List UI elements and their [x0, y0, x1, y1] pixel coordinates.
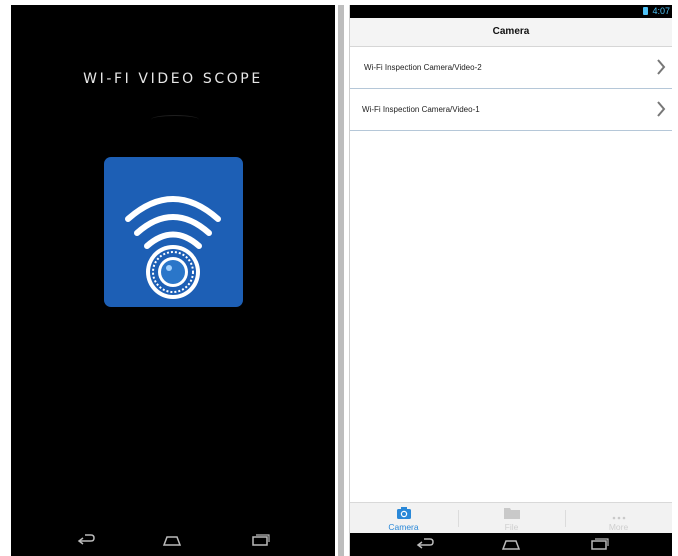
- tab-label: More: [608, 522, 629, 532]
- wifi-scope-icon: [125, 196, 221, 299]
- chevron-right-icon: [656, 100, 666, 123]
- tab-label: Camera: [388, 522, 419, 532]
- home-icon[interactable]: [500, 536, 522, 552]
- recents-icon[interactable]: [588, 536, 610, 552]
- battery-icon: [643, 7, 648, 15]
- tab-file[interactable]: File: [458, 503, 565, 534]
- system-nav-bar-right: [350, 533, 672, 556]
- system-nav-bar-left: [11, 528, 335, 556]
- list-item-label: Wi-Fi Inspection Camera/Video-1: [362, 105, 480, 114]
- status-bar: 4:07: [350, 5, 672, 18]
- tab-label: File: [504, 522, 519, 532]
- wifi-scope-app-icon: [104, 157, 243, 307]
- splash-title: WI-FI VIDEO SCOPE: [83, 71, 263, 87]
- divider-bar: [338, 5, 344, 556]
- bottom-tab-bar: Camera File More: [350, 502, 672, 534]
- list-item-label: Wi-Fi Inspection Camera/Video-2: [364, 63, 482, 72]
- back-icon[interactable]: [75, 532, 97, 548]
- recents-icon[interactable]: [249, 532, 271, 548]
- splash-glow: [151, 115, 199, 124]
- status-time: 4:07: [652, 6, 670, 16]
- camera-list-screen: 4:07 Camera Wi-Fi Inspection Camera/Vide…: [349, 5, 672, 556]
- chevron-right-icon: [656, 58, 666, 81]
- back-icon[interactable]: [414, 536, 436, 552]
- tab-more[interactable]: More: [565, 503, 672, 534]
- camera-list-item-video-2[interactable]: Wi-Fi Inspection Camera/Video-2: [350, 47, 672, 89]
- tab-camera[interactable]: Camera: [350, 503, 457, 534]
- page-title: Camera: [350, 18, 672, 47]
- splash-screen: WI-FI VIDEO SCOPE: [11, 5, 335, 556]
- camera-list-item-video-1[interactable]: Wi-Fi Inspection Camera/Video-1: [350, 89, 672, 131]
- screen-divider: [335, 0, 349, 556]
- home-icon[interactable]: [161, 532, 183, 548]
